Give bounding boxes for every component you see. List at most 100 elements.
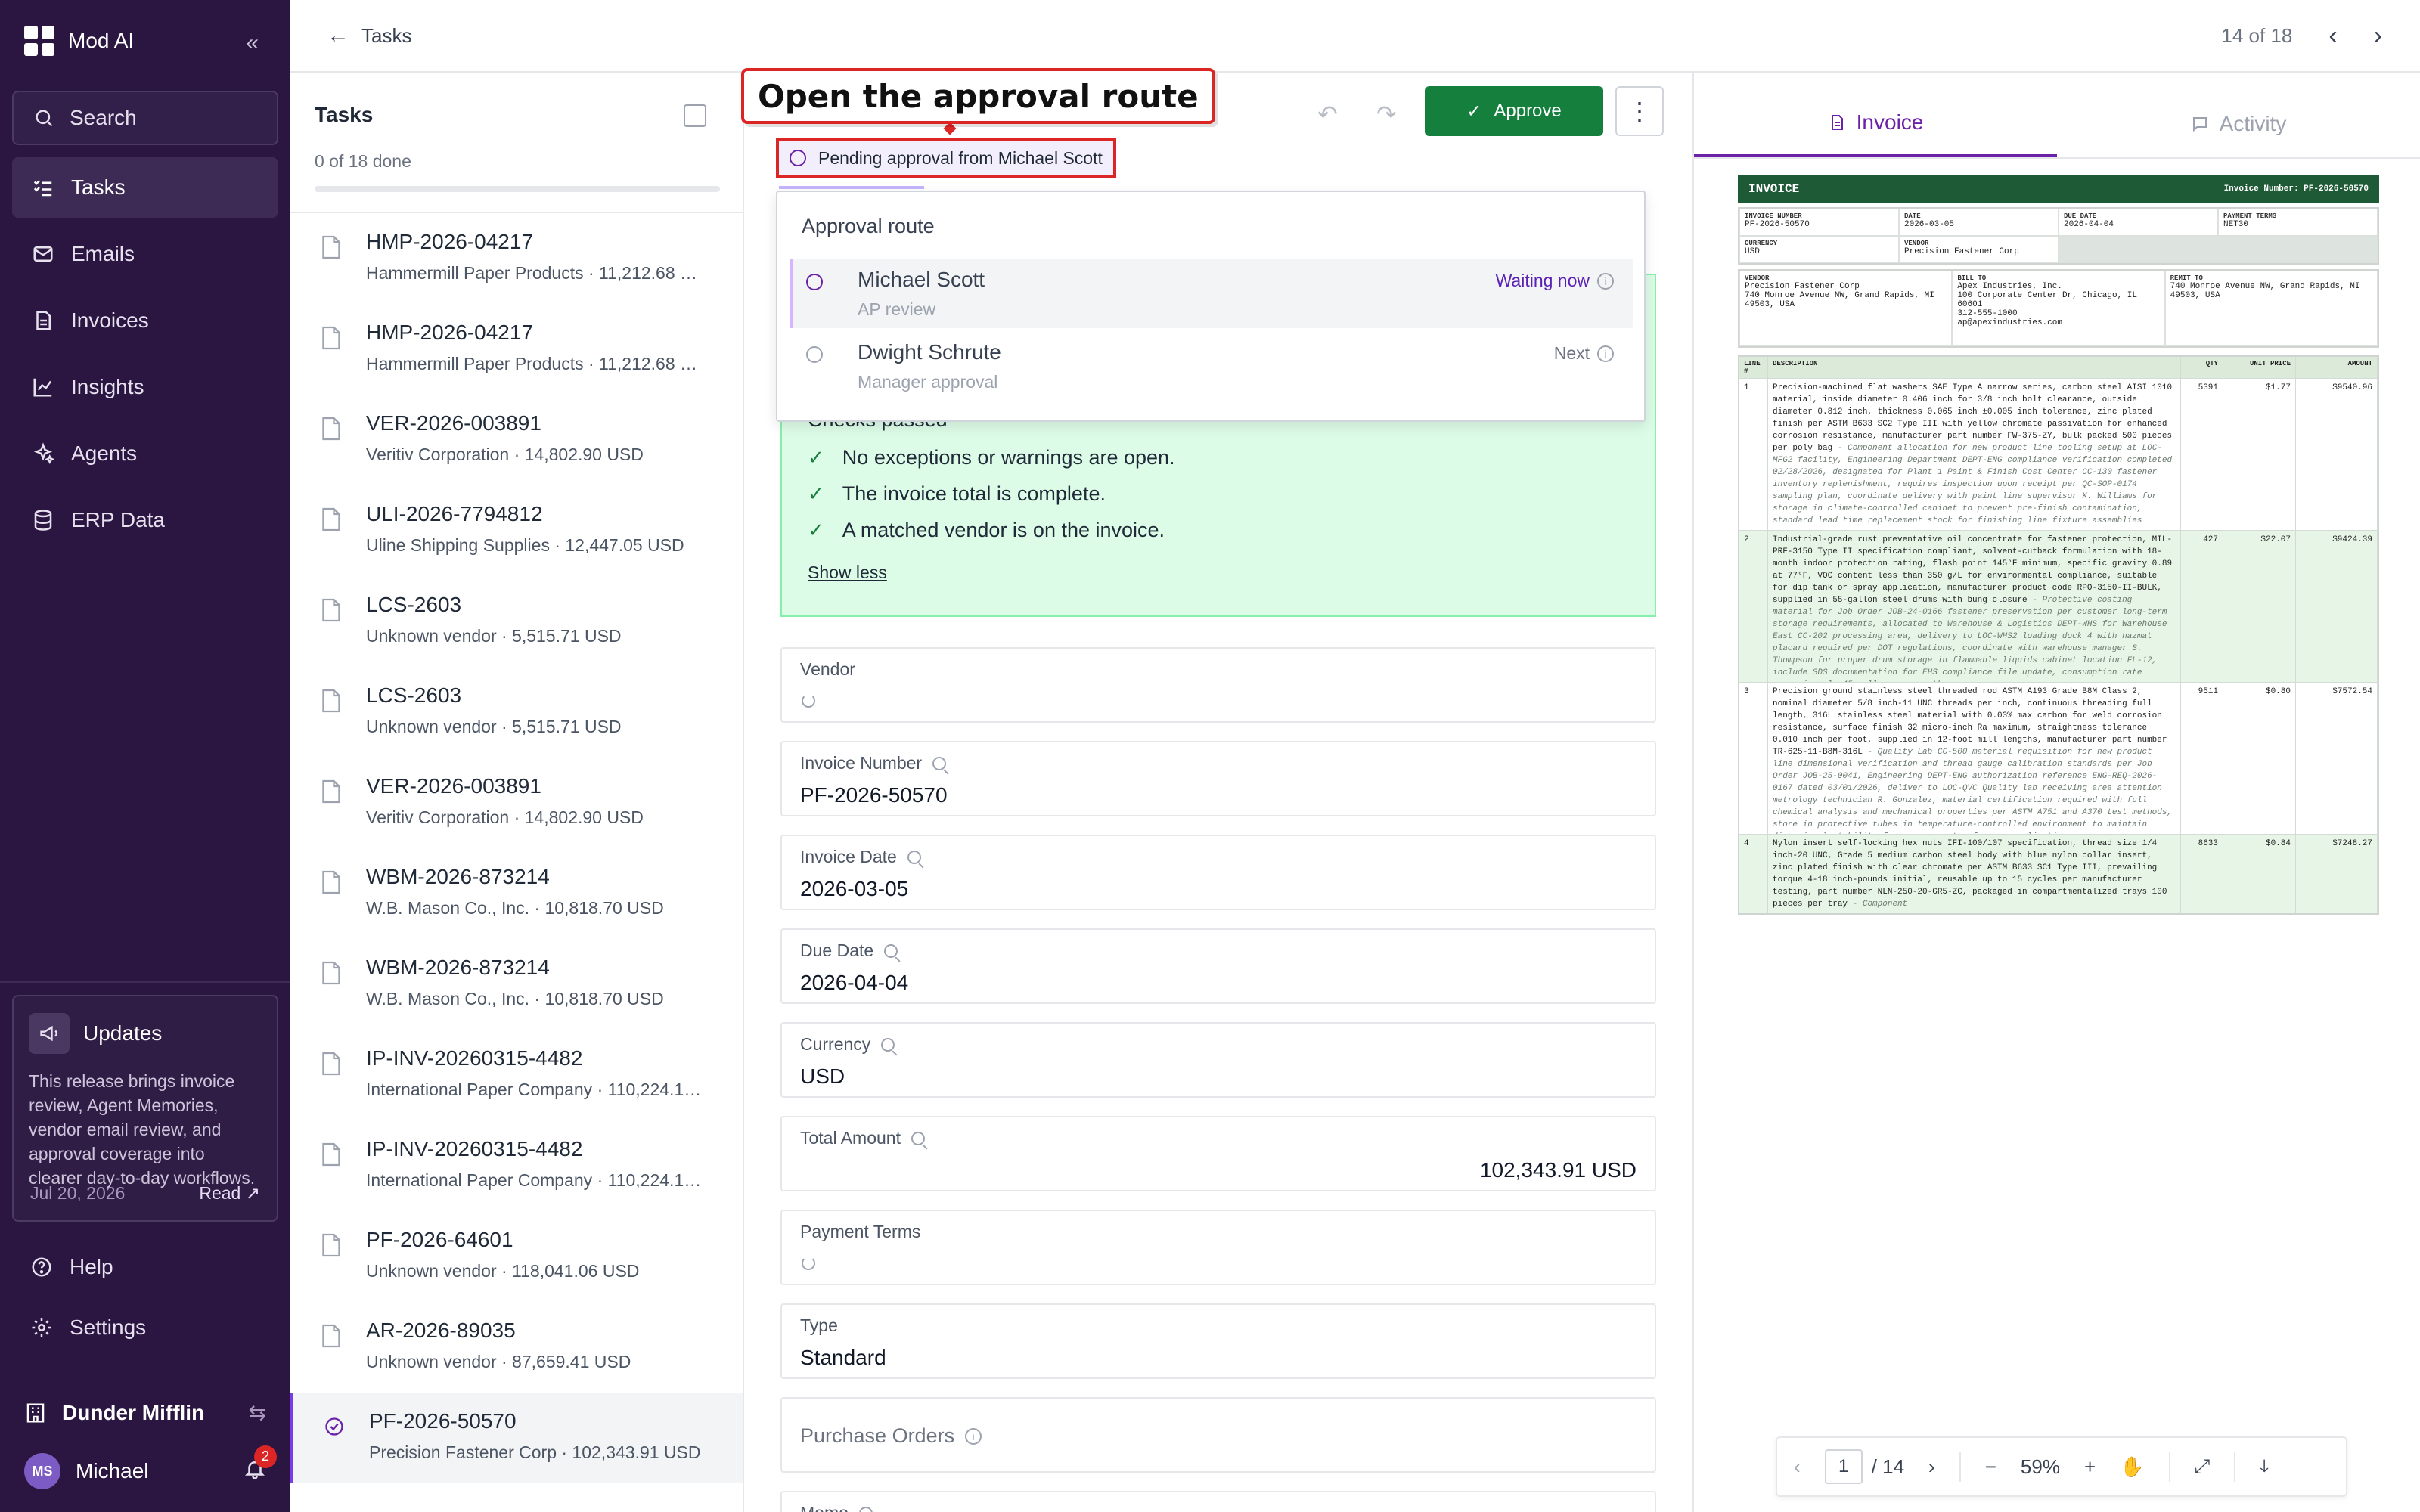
- task-progress-bar: [315, 186, 720, 192]
- task-list-item[interactable]: WBM-2026-873214 W.B. Mason Co., Inc. · 10…: [290, 848, 743, 939]
- line-unit-price: $0.80: [2223, 683, 2296, 834]
- purchase-orders-field[interactable]: Purchase Orders i: [780, 1397, 1656, 1473]
- task-list-item[interactable]: VER-2026-003891 Veritiv Corporation · 14,…: [290, 395, 743, 485]
- invoice-date-field[interactable]: Invoice Date 2026-03-05: [780, 835, 1656, 910]
- task-list-item[interactable]: IP-INV-20260315-4482 International Paper …: [290, 1120, 743, 1211]
- sidebar-search[interactable]: Search: [12, 91, 278, 145]
- bell-icon[interactable]: 2: [244, 1445, 277, 1486]
- line-memo: - Component: [1852, 900, 1908, 909]
- settings-button[interactable]: Settings: [30, 1315, 146, 1340]
- tabs-divider: [1694, 157, 2420, 159]
- show-less-link[interactable]: Show less: [808, 562, 887, 583]
- help-icon: [32, 1257, 51, 1277]
- approval-status: Next i: [1554, 343, 1614, 364]
- task-list-item[interactable]: HMP-2026-04217 Hammermill Paper Products …: [290, 213, 743, 304]
- column-header: LINE #: [1739, 357, 1768, 378]
- zoom-in-icon[interactable]: +: [2084, 1455, 2096, 1479]
- sidebar-item-tasks[interactable]: Tasks: [12, 157, 278, 218]
- party-bill-to: BILL TO Apex Industries, Inc. 100 Corpora…: [1952, 271, 2165, 346]
- sidebar-item-invoices[interactable]: Invoices: [12, 290, 278, 351]
- meta-value: 2026-03-05: [1904, 220, 1955, 229]
- tab-activity[interactable]: Activity: [2057, 91, 2420, 157]
- loading-spinner-icon: [802, 694, 815, 708]
- memo-field[interactable]: Memo: [780, 1491, 1656, 1512]
- task-list-item[interactable]: WBM-2026-873214 W.B. Mason Co., Inc. · 10…: [290, 939, 743, 1030]
- brand[interactable]: Mod AI: [24, 26, 134, 56]
- updates-read-link[interactable]: Read ↗: [199, 1183, 260, 1204]
- panel-toggle-icon[interactable]: [684, 104, 706, 127]
- sidebar-item-emails[interactable]: Emails: [12, 224, 278, 284]
- zoom-out-icon[interactable]: −: [1985, 1455, 1996, 1479]
- search-icon[interactable]: [858, 1506, 873, 1512]
- task-id: LCS-2603: [366, 593, 462, 616]
- more-options-button[interactable]: ⋮: [1615, 86, 1664, 136]
- info-icon[interactable]: i: [965, 1427, 982, 1445]
- field-label: Invoice Number: [800, 753, 947, 773]
- task-list-item[interactable]: PF-2026-50570 Precision Fastener Corp · 1…: [290, 1393, 743, 1483]
- redo-icon[interactable]: ↷: [1376, 100, 1397, 129]
- info-icon[interactable]: i: [1597, 345, 1614, 362]
- help-button[interactable]: Help: [30, 1255, 113, 1279]
- task-list-item[interactable]: LCS-2603 Unknown vendor · 5,515.71 USD: [290, 576, 743, 667]
- download-icon[interactable]: ⤓: [2260, 1455, 2269, 1479]
- task-list-item[interactable]: HMP-2026-04217 Hammermill Paper Products …: [290, 304, 743, 395]
- search-icon[interactable]: [932, 756, 947, 770]
- fullscreen-icon[interactable]: ⤢: [2195, 1455, 2211, 1479]
- task-subtitle: Unknown vendor · 87,659.41 USD: [366, 1352, 631, 1371]
- task-list-item[interactable]: PF-2026-64601 Unknown vendor · 118,041.06…: [290, 1211, 743, 1302]
- task-id: WBM-2026-873214: [366, 865, 550, 888]
- search-icon[interactable]: [881, 1037, 895, 1052]
- type-field[interactable]: Type Standard: [780, 1303, 1656, 1379]
- approve-button[interactable]: ✓ Approve: [1425, 86, 1603, 136]
- sidebar-item-agents[interactable]: Agents: [12, 423, 278, 484]
- updates-card[interactable]: Updates This release brings invoice revi…: [12, 995, 278, 1222]
- back-to-tasks-link[interactable]: ← Tasks: [327, 23, 411, 48]
- chevron-right-icon[interactable]: ›: [1928, 1455, 1935, 1479]
- field-label: Vendor: [800, 659, 855, 680]
- task-list-item[interactable]: IP-INV-20260315-4482 International Paper …: [290, 1030, 743, 1120]
- pending-approval-chip[interactable]: Pending approval from Michael Scott: [776, 138, 1116, 178]
- org-switcher[interactable]: Dunder Mifflin ⇆: [24, 1400, 266, 1425]
- chevron-right-icon[interactable]: ›: [2374, 21, 2382, 51]
- task-list-item[interactable]: LCS-2603 Unknown vendor · 5,515.71 USD: [290, 667, 743, 758]
- sidebar-item-erp-data[interactable]: ERP Data: [12, 490, 278, 550]
- sidebar: Mod AI « Search Tasks Emails Invoices In…: [0, 0, 290, 1512]
- line-memo: - Quality Lab CC-500 material requisitio…: [1773, 748, 2173, 834]
- total-amount-field[interactable]: Total Amount 102,343.91 USD: [780, 1116, 1656, 1191]
- invoice-number-field[interactable]: Invoice Number PF-2026-50570: [780, 741, 1656, 816]
- user-name: Michael: [76, 1459, 149, 1483]
- line-unit-price: $22.07: [2223, 531, 2296, 682]
- search-icon[interactable]: [911, 1131, 925, 1145]
- swap-icon[interactable]: ⇆: [249, 1400, 266, 1425]
- invoice-parties: VENDOR Precision Fastener Corp 740 Monroe…: [1738, 269, 2379, 348]
- loading-spinner-icon: [802, 1256, 815, 1270]
- task-list-item[interactable]: VER-2026-003891 Veritiv Corporation · 14,…: [290, 758, 743, 848]
- info-icon[interactable]: i: [1597, 272, 1614, 290]
- hand-tool-icon[interactable]: ✋: [2120, 1455, 2144, 1479]
- approval-step-next[interactable]: Dwight Schrute Manager approval Next i: [790, 331, 1634, 401]
- tab-invoice[interactable]: Invoice: [1694, 91, 2057, 157]
- approval-step-current[interactable]: Michael Scott AP review Waiting now i: [790, 259, 1634, 328]
- active-tab-indicator: [779, 186, 924, 189]
- page-number-input[interactable]: 1: [1824, 1449, 1863, 1484]
- meta-cell: CURRENCY USD: [1739, 236, 1899, 263]
- line-amount: $7248.27: [2296, 835, 2378, 913]
- task-list-item[interactable]: AR-2026-89035 Unknown vendor · 87,659.41 …: [290, 1302, 743, 1393]
- task-list-item[interactable]: ULI-2026-7794812 Uline Shipping Supplies …: [290, 485, 743, 576]
- chevron-left-icon[interactable]: ‹: [2328, 21, 2337, 51]
- meta-cell-empty: [2059, 236, 2378, 263]
- search-icon[interactable]: [907, 850, 921, 864]
- pager-position: 14 of 18: [2221, 24, 2293, 47]
- currency-field[interactable]: Currency USD: [780, 1022, 1656, 1098]
- due-date-field[interactable]: Due Date 2026-04-04: [780, 928, 1656, 1004]
- chevron-left-icon[interactable]: ‹: [1794, 1455, 1801, 1479]
- search-icon[interactable]: [884, 943, 898, 958]
- search-icon: [36, 110, 53, 127]
- vendor-field[interactable]: Vendor: [780, 647, 1656, 723]
- meta-key: PAYMENT TERMS: [2223, 212, 2277, 220]
- payment-terms-field[interactable]: Payment Terms: [780, 1210, 1656, 1285]
- sidebar-item-insights[interactable]: Insights: [12, 357, 278, 417]
- user-menu[interactable]: MS Michael 2: [24, 1445, 277, 1489]
- undo-icon[interactable]: ↶: [1317, 100, 1338, 129]
- collapse-sidebar-icon[interactable]: «: [246, 30, 259, 56]
